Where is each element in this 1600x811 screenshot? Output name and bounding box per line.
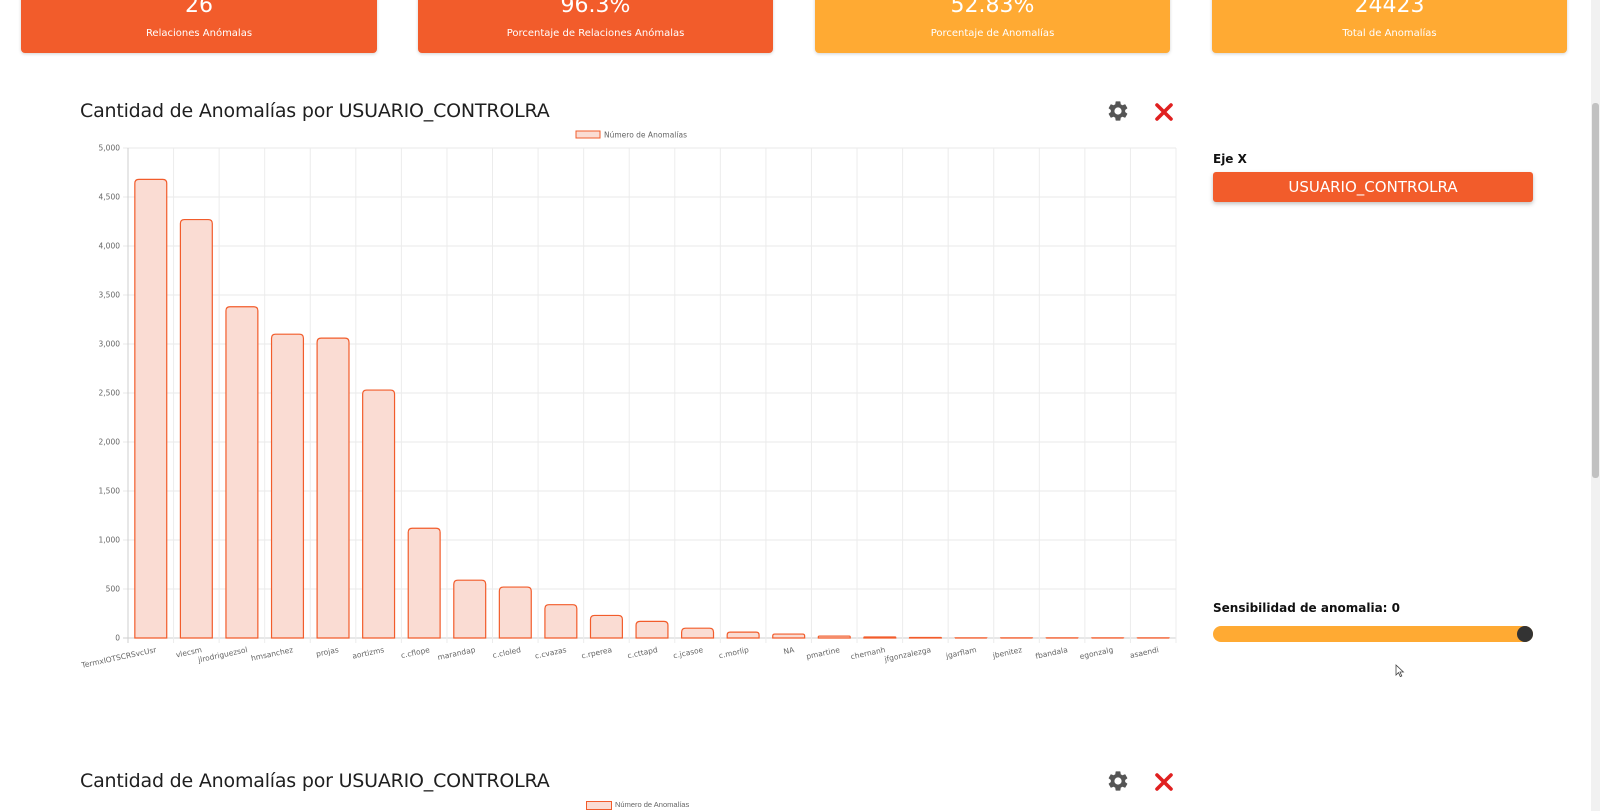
- legend-swatch: [575, 130, 601, 139]
- y-tick-label: 2,000: [99, 438, 121, 447]
- y-tick-label: 1,500: [99, 487, 121, 496]
- x-tick-label: asaendi: [1129, 645, 1160, 660]
- x-tick-label: c.jcasoe: [672, 645, 704, 660]
- sensitivity-slider-handle[interactable]: [1517, 626, 1533, 642]
- x-tick-label: chernanh: [850, 645, 887, 661]
- kpi-value: 52.83%: [950, 0, 1035, 18]
- x-tick-label: fbandala: [1035, 645, 1069, 661]
- kpi-value: 24423: [1354, 0, 1425, 18]
- x-tick-label: NA: [783, 645, 796, 656]
- y-tick-label: 4,000: [99, 242, 121, 251]
- kpi-card-porcentaje-anomalias: 52.83% Porcentaje de Anomalías: [815, 0, 1170, 53]
- kpi-value: 26: [185, 0, 213, 18]
- x-tick-label: hmsanchez: [250, 645, 294, 663]
- x-axis-label: Eje X: [1213, 152, 1247, 166]
- bar-c-cttapd: [635, 620, 669, 639]
- gear-icon[interactable]: [1106, 99, 1130, 123]
- close-icon[interactable]: [1154, 772, 1174, 792]
- scrollbar-thumb[interactable]: [1592, 103, 1599, 478]
- y-tick-label: 0: [115, 634, 120, 643]
- y-tick-label: 3,000: [99, 340, 121, 349]
- bar-aortizms: [362, 389, 396, 639]
- kpi-value: 96.3%: [560, 0, 631, 18]
- bar-vlecsm: [179, 218, 213, 639]
- bar-projas: [316, 337, 350, 639]
- kpi-label: Porcentaje de Anomalías: [930, 28, 1055, 39]
- x-axis-select-button[interactable]: USUARIO_CONTROLRA: [1213, 172, 1533, 202]
- bar-hmsanchez: [270, 333, 305, 639]
- bar-na: [772, 633, 806, 639]
- y-tick-label: 1,000: [99, 536, 121, 545]
- x-tick-label: c.morlip: [718, 645, 750, 660]
- chart-legend-2: Número de Anomalías: [586, 800, 689, 810]
- x-tick-label: TermxIOTSCRSvcUsr: [80, 645, 158, 670]
- page-scrollbar[interactable]: [1591, 0, 1600, 811]
- x-tick-label: marandap: [437, 645, 477, 662]
- kpi-label: Porcentaje de Relaciones Anómalas: [506, 28, 685, 39]
- bar-c-morlip: [726, 631, 760, 639]
- y-tick-label: 4,500: [99, 193, 121, 202]
- bar-c-jcasoe: [681, 627, 715, 639]
- x-tick-label: c.cloled: [492, 645, 522, 660]
- x-tick-label: jgarflam: [944, 645, 977, 660]
- kpi-card-porcentaje-relaciones: 96.3% Porcentaje de Relaciones Anómalas: [418, 0, 773, 53]
- x-tick-label: jfgonzalezga: [883, 645, 932, 664]
- x-tick-label: jbenitez: [991, 645, 1023, 660]
- chart-title-2: Cantidad de Anomalías por USUARIO_CONTRO…: [80, 770, 550, 792]
- x-tick-label: c.rperea: [581, 645, 613, 660]
- x-tick-label: pmartine: [805, 645, 841, 661]
- sensitivity-label: Sensibilidad de anomalia: 0: [1213, 601, 1401, 615]
- x-tick-label: projas: [315, 645, 339, 659]
- bar-c-cflope: [407, 527, 441, 639]
- x-tick-label: aortizms: [351, 645, 385, 661]
- gear-icon[interactable]: [1106, 769, 1130, 793]
- legend-label: Número de Anomalías: [615, 800, 690, 809]
- x-tick-label: c.cflope: [400, 645, 431, 660]
- y-tick-label: 5,000: [99, 144, 121, 153]
- bar-pmartine: [817, 635, 851, 639]
- kpi-card-total-anomalias: 24423 Total de Anomalías: [1212, 0, 1567, 53]
- y-tick-label: 2,500: [99, 389, 121, 398]
- bar-chart: Número de Anomalías 0 500 1,000 1,500 2,000 2,…: [80, 130, 1177, 670]
- legend-swatch: [586, 800, 612, 810]
- kpi-label: Total de Anomalías: [1342, 28, 1437, 39]
- kpi-label: Relaciones Anómalas: [145, 28, 253, 39]
- x-tick-label: egonzalg: [1079, 645, 1114, 661]
- bar-jlrodriguezsol: [225, 306, 259, 639]
- dashboard-page: 26 Relaciones Anómalas 96.3% Porcentaje …: [0, 0, 1591, 811]
- y-tick-label: 3,500: [99, 291, 121, 300]
- x-tick-label: c.cvazas: [534, 645, 567, 660]
- y-tick-label: 500: [106, 585, 121, 594]
- bar-chernanh: [863, 636, 897, 639]
- legend-label: Número de Anomalías: [604, 131, 687, 140]
- sensitivity-slider[interactable]: [1213, 626, 1533, 642]
- bar-c-rperea: [589, 614, 623, 639]
- bar-termxiotscrsvcusr: [134, 178, 168, 639]
- bar-marandap: [453, 579, 487, 639]
- mouse-cursor-icon: [1395, 664, 1405, 678]
- kpi-card-relaciones-anomalas: 26 Relaciones Anómalas: [21, 0, 377, 53]
- chart-title: Cantidad de Anomalías por USUARIO_CONTRO…: [80, 100, 550, 122]
- x-tick-label: c.cttapd: [627, 645, 659, 660]
- bar-c-cloled: [498, 586, 532, 639]
- x-tick-label: jlrodriguezsol: [196, 645, 248, 664]
- bar-c-cvazas: [544, 604, 578, 639]
- close-icon[interactable]: [1154, 102, 1174, 122]
